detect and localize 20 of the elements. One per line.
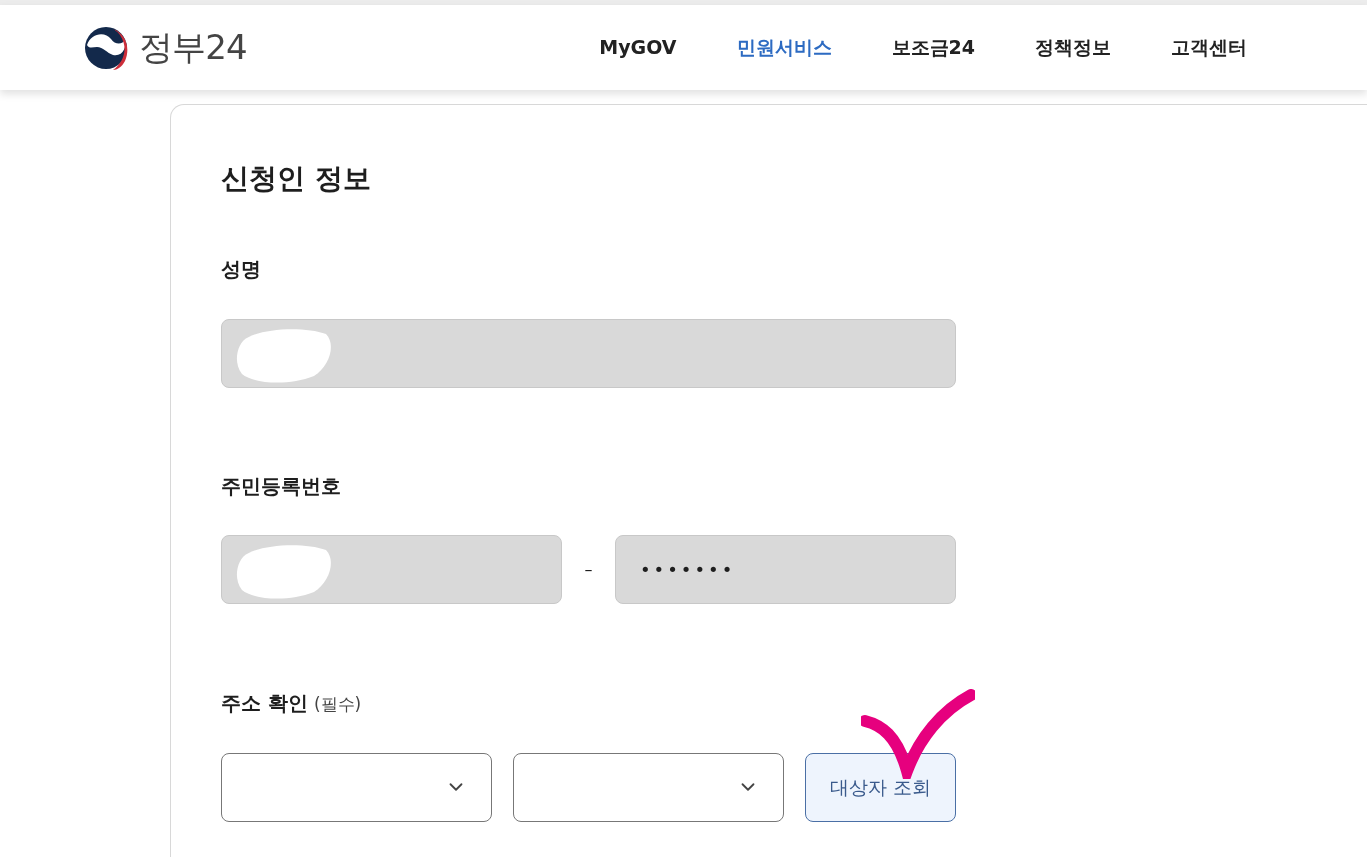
masked-value: ••••••• xyxy=(640,558,736,582)
nav-link[interactable]: MyGOV xyxy=(599,33,677,62)
dropdown-field[interactable] xyxy=(221,752,492,822)
id-back-field[interactable]: ••••••• xyxy=(615,535,956,604)
nav-link[interactable]: 정책정보 xyxy=(1035,33,1111,62)
required-note: (필수) xyxy=(313,693,362,716)
nav-link[interactable]: 고객센터 xyxy=(1171,33,1247,62)
name-field[interactable] xyxy=(221,319,956,388)
field-label: 주소 확인 xyxy=(221,691,308,715)
id-front-field[interactable] xyxy=(221,535,562,604)
search-target-button[interactable]: 대상자 조회 xyxy=(805,752,956,822)
nav-link[interactable]: 보조금24 xyxy=(891,33,975,62)
nav-link[interactable]: 민원서비스 xyxy=(736,33,832,62)
dropdown-field[interactable] xyxy=(513,752,784,822)
logo-text: 정부24 xyxy=(139,26,247,69)
separator-dash: – xyxy=(583,558,594,581)
logo-icon xyxy=(83,24,129,71)
section-title: 신청인 정보 xyxy=(221,161,372,197)
field-label: 성명 xyxy=(221,257,262,281)
field-label: 주민등록번호 xyxy=(221,474,342,498)
